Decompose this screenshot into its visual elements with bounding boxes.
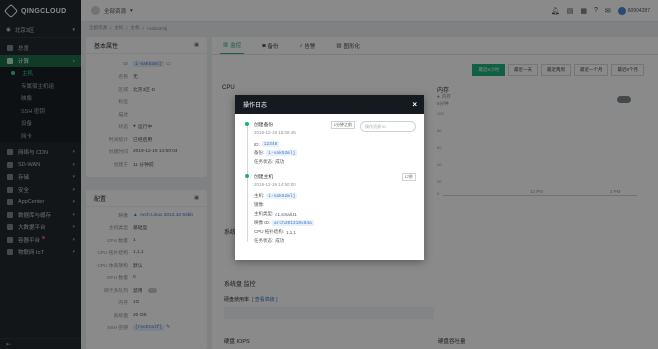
- operation-log-modal: 操作日志 × 1分钟之前 操作资源 ID 创建备份 2019-12-19 15:…: [235, 95, 424, 260]
- modal-title: 操作日志: [243, 103, 268, 109]
- log-row: CPU 拓扑结构: 1,1,1: [254, 229, 416, 235]
- log-key: 任务状态:: [254, 238, 274, 243]
- timeline-dot-icon: [245, 122, 249, 126]
- log-key: 映像 ID:: [254, 220, 271, 225]
- log-entry: 17秒 创建主机 2019-12-19 14:50:00 主机: i-sak52m…: [245, 173, 416, 244]
- log-key: 任务状态:: [254, 159, 274, 164]
- log-value[interactable]: i-sak52mlj: [266, 193, 298, 199]
- log-key: ID:: [254, 141, 260, 147]
- log-time: 2019-12-19 14:50:00: [254, 182, 296, 187]
- log-key: CPU 拓扑结构:: [254, 229, 285, 234]
- log-value: 1,1,1: [286, 229, 297, 235]
- log-value: c1.small.t1: [275, 211, 297, 217]
- search-input[interactable]: 操作资源 ID: [360, 121, 416, 132]
- log-entry: 1分钟之前 操作资源 ID 创建备份 2019-12-19 15:08:45 I…: [245, 121, 416, 173]
- log-row: 任务状态: 成功: [254, 238, 416, 244]
- time-badge: 17秒: [401, 173, 416, 181]
- log-value: 成功: [275, 159, 285, 164]
- log-row: 主机类型: c1.small.t1: [254, 211, 416, 217]
- close-icon[interactable]: ×: [412, 100, 417, 109]
- log-row: 镜像:: [254, 202, 416, 208]
- log-key: 主机:: [254, 193, 265, 198]
- log-key: 镜像:: [254, 202, 265, 207]
- timeline-dot-icon: [245, 174, 249, 178]
- log-value: 成功: [275, 238, 285, 243]
- log-row: ID: 12345: [254, 141, 416, 147]
- log-value[interactable]: 12345: [261, 141, 280, 147]
- log-key: 备份:: [254, 150, 265, 155]
- time-badge: 1分钟之前: [330, 121, 355, 129]
- log-value[interactable]: i-sak52mlj: [266, 150, 298, 156]
- log-row: 映像 ID: arch201310x64a: [254, 220, 416, 226]
- log-row: 主机: i-sak52mlj: [254, 193, 416, 199]
- modal-header: 操作日志 ×: [235, 95, 424, 114]
- log-timeline: 1分钟之前 操作资源 ID 创建备份 2019-12-19 15:08:45 I…: [245, 121, 416, 247]
- log-title: 创建主机: [254, 175, 274, 180]
- search-placeholder: 操作资源 ID: [365, 123, 387, 129]
- log-key: 主机类型:: [254, 211, 274, 216]
- log-value[interactable]: arch201310x64a: [272, 220, 314, 226]
- log-row: 任务状态: 成功: [254, 159, 416, 165]
- log-row: 备份: i-sak52mlj: [254, 150, 416, 156]
